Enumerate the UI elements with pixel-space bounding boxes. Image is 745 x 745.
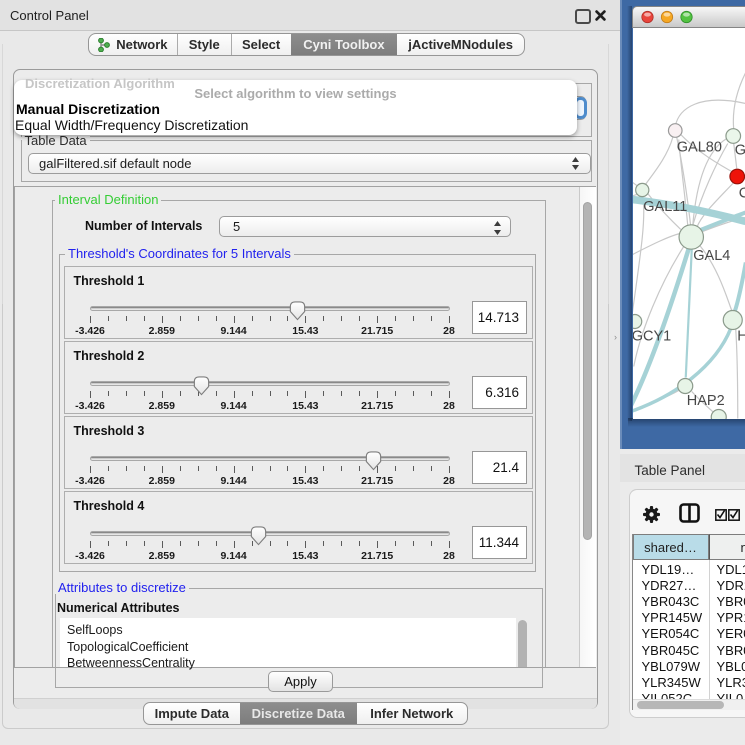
svg-text:GAL80: GAL80: [676, 139, 721, 155]
svg-text:GCY1: GCY1: [633, 328, 671, 344]
svg-text:CA: CA: [738, 185, 745, 201]
svg-text:GAL11: GAL11: [643, 199, 687, 215]
svg-text:H: H: [737, 328, 745, 344]
svg-text:GA: GA: [734, 142, 745, 158]
svg-text:HAP2: HAP2: [686, 393, 724, 409]
svg-text:GAL4: GAL4: [693, 248, 730, 264]
